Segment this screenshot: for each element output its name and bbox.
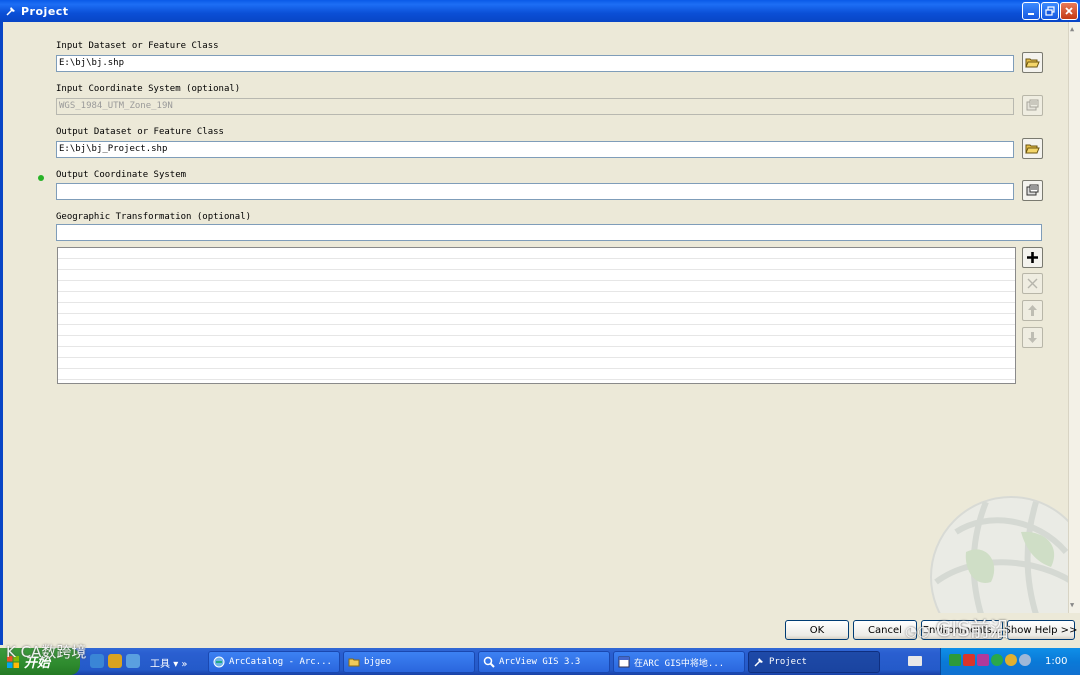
- vertical-scrollbar[interactable]: ▲ ▼: [1068, 22, 1080, 613]
- arrow-up-icon: [1028, 305, 1037, 316]
- folder-quicklaunch-icon[interactable]: [108, 654, 122, 668]
- show-help-button[interactable]: Show Help >>: [1005, 620, 1077, 640]
- task-arcview[interactable]: ArcView GIS 3.3: [478, 651, 610, 673]
- volume-tray-icon[interactable]: [1019, 654, 1031, 666]
- x-icon: [1027, 278, 1038, 289]
- task-label: ArcCatalog - Arc...: [229, 657, 332, 667]
- properties-icon: [1026, 99, 1039, 111]
- close-icon: [1065, 7, 1073, 15]
- scroll-down-icon[interactable]: ▼: [1070, 601, 1074, 609]
- browse-output-button[interactable]: [1022, 138, 1043, 159]
- task-label: 在ARC GIS中将地...: [634, 658, 725, 669]
- plus-icon: [1027, 252, 1038, 263]
- output-cs-field[interactable]: [56, 183, 1014, 200]
- browser-quicklaunch-icon[interactable]: [90, 654, 104, 668]
- output-dataset-label: Output Dataset or Feature Class: [56, 127, 224, 137]
- clock: 1:00: [1045, 656, 1068, 667]
- security-tray-icon[interactable]: [1005, 654, 1017, 666]
- scroll-up-icon[interactable]: ▲: [1070, 25, 1074, 33]
- parameters-panel: Input Dataset or Feature Class E:\bj\bj.…: [6, 22, 1076, 617]
- hammer-icon: [753, 656, 765, 668]
- antivirus-tray-icon[interactable]: [963, 654, 975, 666]
- required-indicator-dot: [38, 175, 44, 181]
- arccatalog-icon: [213, 656, 225, 668]
- move-up-button[interactable]: [1022, 300, 1043, 321]
- close-button[interactable]: [1060, 2, 1078, 20]
- input-cs-label: Input Coordinate System (optional): [56, 84, 241, 94]
- input-cs-field[interactable]: WGS_1984_UTM_Zone_19N: [56, 98, 1014, 115]
- chevron-down-icon: ▾: [173, 659, 179, 670]
- output-cs-label: Output Coordinate System: [56, 170, 187, 180]
- open-folder-icon: [1025, 144, 1040, 154]
- maximize-button[interactable]: [1041, 2, 1059, 20]
- overflow-chevron-icon: »: [181, 659, 188, 670]
- watermark-right-text: GIS前沿: [935, 617, 1010, 641]
- input-dataset-field[interactable]: E:\bj\bj.shp: [56, 55, 1014, 72]
- geo-transform-field[interactable]: [56, 224, 1042, 241]
- watermark-left: K CA数跨境: [6, 643, 87, 661]
- geo-transform-label: Geographic Transformation (optional): [56, 212, 252, 222]
- task-label: bjgeo: [364, 657, 392, 667]
- system-tray: 1:00: [940, 648, 1080, 675]
- open-folder-icon: [1025, 58, 1040, 68]
- title-bar[interactable]: Project: [0, 0, 1080, 22]
- network-tray-icon[interactable]: [949, 654, 961, 666]
- tools-menu[interactable]: 工具 ▾ »: [150, 655, 188, 670]
- properties-icon: [1026, 184, 1039, 196]
- window-icon: [618, 656, 630, 668]
- keyboard-icon[interactable]: [908, 656, 922, 666]
- desktop-quicklaunch-icon[interactable]: [126, 654, 140, 668]
- watermark-right: ◔◔ GIS前沿: [905, 613, 1010, 642]
- task-project[interactable]: Project: [748, 651, 880, 673]
- magnifier-icon: [483, 656, 495, 668]
- task-document[interactable]: 在ARC GIS中将地...: [613, 651, 745, 673]
- project-dialog: Input Dataset or Feature Class E:\bj\bj.…: [0, 22, 1080, 645]
- tools-menu-label: 工具: [150, 659, 170, 670]
- minimize-button[interactable]: [1022, 2, 1040, 20]
- task-bjgeo[interactable]: bjgeo: [343, 651, 475, 673]
- move-down-button[interactable]: [1022, 327, 1043, 348]
- folder-icon: [348, 656, 360, 668]
- input-dataset-label: Input Dataset or Feature Class: [56, 41, 219, 51]
- shield-icon[interactable]: [991, 654, 1003, 666]
- ok-button[interactable]: OK: [785, 620, 849, 640]
- restore-icon: [1045, 6, 1055, 16]
- arrow-down-icon: [1028, 332, 1037, 343]
- output-cs-properties-button[interactable]: [1022, 180, 1043, 201]
- input-cs-properties-button[interactable]: [1022, 95, 1043, 116]
- minimize-icon: [1028, 13, 1034, 15]
- transformation-list[interactable]: [57, 247, 1016, 384]
- app-tray-icon[interactable]: [977, 654, 989, 666]
- browse-input-button[interactable]: [1022, 52, 1043, 73]
- task-arccatalog[interactable]: ArcCatalog - Arc...: [208, 651, 340, 673]
- globe-logo-icon: [930, 496, 1076, 617]
- task-label: Project: [769, 657, 807, 667]
- task-label: ArcView GIS 3.3: [499, 657, 581, 667]
- window-title: Project: [21, 4, 69, 18]
- hammer-icon: [3, 3, 19, 19]
- add-button[interactable]: [1022, 247, 1043, 268]
- output-dataset-field[interactable]: E:\bj\bj_Project.shp: [56, 141, 1014, 158]
- remove-button[interactable]: [1022, 273, 1043, 294]
- taskbar: 开始 工具 ▾ » ArcCatalog - Arc... bjgeo ArcV…: [0, 648, 1080, 675]
- wechat-icon: ◔◔: [905, 624, 930, 640]
